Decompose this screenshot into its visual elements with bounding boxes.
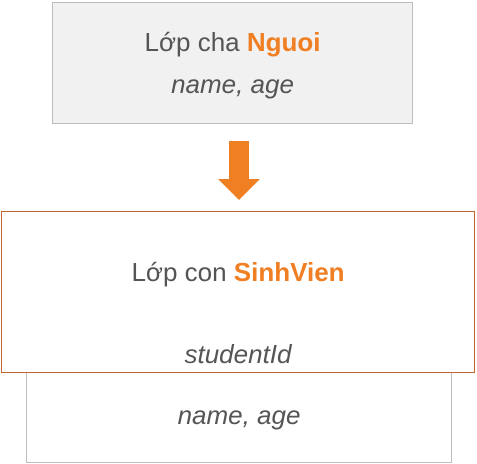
parent-class-name: Nguoi	[246, 27, 321, 57]
child-own-fields: studentId	[184, 339, 292, 369]
parent-class-title: Lớp cha Nguoi	[53, 27, 412, 58]
child-class-name: SinhVien	[233, 257, 345, 287]
parent-class-prefix: Lớp cha	[144, 27, 247, 57]
inherited-fields-box: name, age	[26, 365, 452, 463]
child-class-title: Lớp con SinhVien	[2, 257, 474, 288]
child-class-box: Lớp con SinhVien studentId	[1, 211, 475, 373]
down-arrow-icon	[218, 141, 260, 200]
parent-class-box: Lớp cha Nguoi name, age	[52, 2, 413, 124]
inherited-fields: name, age	[177, 400, 301, 430]
child-class-prefix: Lớp con	[131, 257, 234, 287]
parent-class-fields: name, age	[171, 69, 294, 99]
